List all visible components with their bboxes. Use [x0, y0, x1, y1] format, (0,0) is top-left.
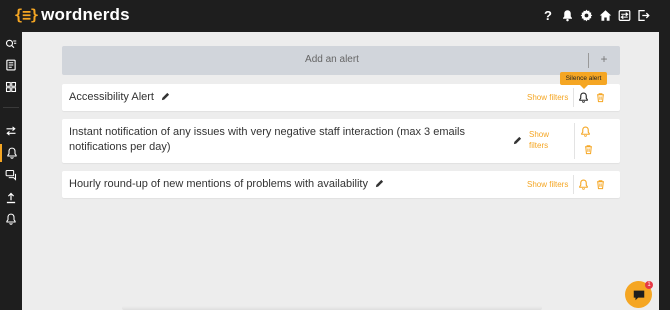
main-content: Add an alert + Accessibility Alert Show … — [22, 32, 659, 310]
alert-title: Instant notification of any issues with … — [69, 125, 509, 155]
logo-mark: {≡} — [14, 6, 39, 24]
silence-alert-bell-icon[interactable] — [578, 92, 589, 103]
arrows-icon[interactable] — [0, 122, 22, 140]
gear-icon[interactable] — [579, 7, 593, 23]
switch-icon[interactable] — [617, 7, 631, 23]
trash-icon[interactable] — [595, 179, 606, 190]
alert-card: Instant notification of any issues with … — [62, 119, 620, 163]
tooltip-arrow — [580, 85, 588, 89]
bell-icon[interactable] — [580, 126, 591, 137]
sidebar-divider — [3, 107, 19, 108]
top-bar: {≡} wordnerds ? — [0, 0, 670, 32]
bottom-shadow — [122, 306, 542, 310]
show-filters-link[interactable]: Show filters — [527, 179, 568, 190]
card-divider — [574, 123, 575, 159]
chat-bubble-icon — [633, 290, 644, 300]
logo[interactable]: {≡} wordnerds — [14, 5, 130, 25]
bell-icon[interactable] — [578, 179, 589, 190]
alert-title-text: Hourly round-up of new mentions of probl… — [69, 178, 368, 190]
top-icons: ? — [541, 7, 650, 23]
trash-icon[interactable] — [595, 92, 606, 103]
bell-icon — [7, 147, 17, 159]
window-edge — [659, 32, 670, 310]
trash-icon[interactable] — [583, 144, 594, 155]
upload-icon[interactable] — [0, 189, 22, 207]
document-icon[interactable] — [0, 56, 22, 74]
card-divider — [573, 175, 574, 194]
add-alert-button[interactable]: + — [597, 52, 611, 66]
bell-icon[interactable] — [0, 210, 22, 228]
logo-text: wordnerds — [41, 5, 130, 24]
card-divider — [573, 88, 574, 107]
alert-title: Accessibility Alert — [69, 90, 170, 105]
pencil-icon[interactable] — [161, 92, 170, 101]
pencil-icon[interactable] — [513, 136, 522, 145]
add-alert-label: Add an alert — [305, 54, 359, 65]
chat-icon[interactable] — [0, 166, 22, 184]
help-icon[interactable]: ? — [541, 7, 555, 23]
alert-card: Accessibility Alert Show filters — [62, 84, 620, 111]
sidebar — [0, 32, 22, 310]
alert-title: Hourly round-up of new mentions of probl… — [69, 177, 384, 192]
sidebar-item-alerts[interactable] — [0, 144, 22, 162]
logout-icon[interactable] — [636, 7, 650, 23]
show-filters-link[interactable]: Show filters — [529, 129, 559, 151]
alert-title-text: Accessibility Alert — [69, 91, 154, 103]
add-alert-divider — [588, 53, 589, 68]
silence-alert-tooltip: Silence alert — [560, 72, 607, 85]
chat-notification-badge: 1 — [645, 281, 653, 289]
bell-icon[interactable] — [560, 7, 574, 23]
search-filter-icon[interactable] — [0, 35, 22, 53]
alert-title-text: Instant notification of any issues with … — [69, 126, 465, 153]
grid-icon[interactable] — [0, 78, 22, 96]
show-filters-link[interactable]: Show filters — [527, 92, 568, 103]
add-alert-bar[interactable]: Add an alert + — [62, 46, 620, 75]
home-icon[interactable] — [598, 7, 612, 23]
alert-card: Hourly round-up of new mentions of probl… — [62, 171, 620, 198]
pencil-icon[interactable] — [375, 179, 384, 188]
